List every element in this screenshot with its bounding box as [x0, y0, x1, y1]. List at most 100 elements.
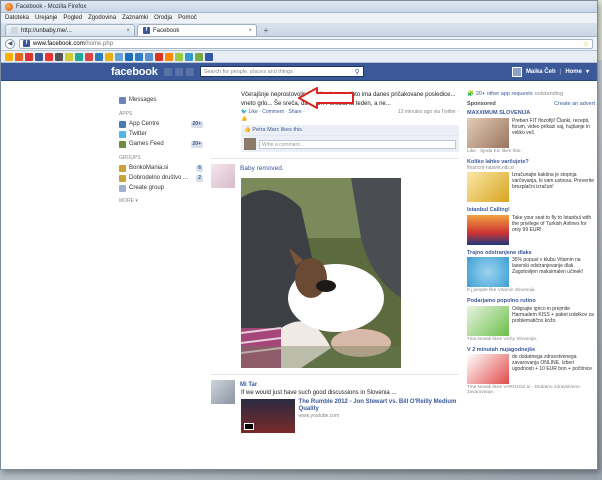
- likes-text[interactable]: Petra Marc likes this.: [252, 127, 303, 133]
- ad-item[interactable]: Trajno odstranjene dlake 35% popust v kl…: [467, 250, 595, 293]
- close-icon[interactable]: ×: [126, 28, 130, 34]
- rss-icon[interactable]: [5, 52, 13, 61]
- address-bar[interactable]: f www.facebook.com/home.php ☆: [19, 38, 593, 49]
- bookmark-icon[interactable]: [165, 52, 173, 61]
- menu-tools[interactable]: Orodja: [154, 15, 172, 21]
- bookmark-icon[interactable]: [175, 52, 183, 61]
- ad-item[interactable]: Podarjamo popolno rutino Odigrajte igric…: [467, 298, 595, 342]
- ad-item[interactable]: Istanbul Calling! Take your seat to fly …: [467, 207, 595, 245]
- bookmark-icon[interactable]: [105, 52, 113, 61]
- sidebar-item-messages[interactable]: Messages: [119, 95, 203, 105]
- ad-text: Izračunajte kakšna je stopnja varčevanja…: [512, 172, 594, 190]
- sponsored-label: Sponsored: [467, 101, 496, 107]
- tab-label: http://unbaby.me/...: [21, 27, 72, 34]
- facebook-icon[interactable]: [35, 52, 43, 61]
- link-preview[interactable]: The Rumble 2012 - Jon Stewart vs. Bill O…: [241, 399, 459, 433]
- ad-title[interactable]: MAXXIMUM SLOVENIJA: [467, 110, 595, 117]
- avatar[interactable]: [211, 380, 235, 404]
- ad-image[interactable]: [467, 354, 509, 384]
- search-input[interactable]: Search for people, places and things ⚲: [199, 66, 364, 77]
- ad-image[interactable]: [467, 117, 509, 148]
- app-requests-link[interactable]: 20+ other app requests: [476, 91, 533, 97]
- video-thumbnail[interactable]: [241, 399, 295, 433]
- tab-facebook[interactable]: f Facebook ×: [137, 24, 257, 36]
- story-title[interactable]: Baby removed.: [240, 165, 284, 172]
- ad-image[interactable]: [467, 257, 509, 287]
- bookmark-icon[interactable]: [155, 52, 163, 61]
- bookmark-icon[interactable]: [205, 52, 213, 61]
- menu-file[interactable]: Datoteka: [5, 15, 29, 21]
- home-link[interactable]: Home: [565, 69, 582, 75]
- user-name[interactable]: Maika Čeh: [526, 69, 556, 75]
- bookmark-icon[interactable]: [85, 52, 93, 61]
- tab-unbaby[interactable]: http://unbaby.me/... ×: [5, 24, 135, 36]
- ad-item[interactable]: MAXXIMUM SLOVENIJA Preberi FIT flozofiji…: [467, 110, 595, 154]
- bookmark-icon[interactable]: [55, 52, 63, 61]
- sidebar-item-label: Games Feed: [129, 141, 164, 147]
- avatar[interactable]: [511, 66, 522, 77]
- friend-requests-icon[interactable]: [163, 67, 172, 76]
- bookmark-icon[interactable]: [135, 52, 143, 61]
- sidebar-item-app-centre[interactable]: App Centre 20+: [119, 119, 203, 129]
- post-photo[interactable]: [241, 178, 401, 368]
- sidebar-item-twitter[interactable]: Twitter: [119, 129, 203, 139]
- ad-item[interactable]: V 2 minutah nujagodnejše do dodatnega zd…: [467, 347, 595, 395]
- app-request-icon: 🧩: [467, 91, 474, 97]
- menu-history[interactable]: Zgodovina: [88, 15, 116, 21]
- ad-image[interactable]: [467, 305, 509, 336]
- dog-photo-image: [241, 178, 401, 368]
- bookmark-icon[interactable]: [195, 52, 203, 61]
- bookmark-icon[interactable]: [185, 52, 193, 61]
- link-title[interactable]: The Rumble 2012 - Jon Stewart vs. Bill O…: [299, 399, 459, 413]
- sidebar-item-dobrodelno[interactable]: Dobrodelno društvo ... 2: [119, 173, 203, 183]
- bookmark-icon[interactable]: [65, 52, 73, 61]
- tab-label: Facebook: [153, 27, 180, 34]
- right-sidebar: 🧩 20+ other app requests outstanding Spo…: [467, 91, 595, 400]
- ad-text: 35% popust v klubu Vitamin na laserski o…: [512, 257, 584, 275]
- sidebar-item-games-feed[interactable]: Games Feed 20+: [119, 139, 203, 149]
- sidebar-item-create-group[interactable]: Create group: [119, 183, 203, 193]
- menu-edit[interactable]: Urejanje: [35, 15, 57, 21]
- ad-title[interactable]: Trajno odstranjene dlake: [467, 250, 595, 257]
- ad-title[interactable]: Istanbul Calling!: [467, 207, 595, 214]
- twitter-icon[interactable]: [115, 52, 123, 61]
- create-ad-link[interactable]: Create an advert: [554, 101, 595, 107]
- facebook-logo[interactable]: facebook: [111, 66, 158, 78]
- app-requests[interactable]: 🧩 20+ other app requests outstanding: [467, 91, 595, 97]
- search-icon[interactable]: ⚲: [355, 68, 360, 76]
- notifications-icon[interactable]: [185, 67, 194, 76]
- back-button[interactable]: ◀: [5, 38, 15, 49]
- menu-view[interactable]: Pogled: [63, 15, 82, 21]
- close-icon[interactable]: ×: [248, 28, 252, 34]
- post-action-links[interactable]: Like · Comment · Share ·: [249, 109, 305, 115]
- avatar[interactable]: [211, 164, 235, 188]
- create-group-icon: [119, 184, 126, 192]
- tab-bar: http://unbaby.me/... × f Facebook × +: [1, 23, 597, 37]
- messages-icon[interactable]: [174, 67, 183, 76]
- bookmark-icon[interactable]: [95, 52, 103, 61]
- menu-help[interactable]: Pomoč: [178, 15, 197, 21]
- more-link[interactable]: MORE ▾: [119, 198, 203, 204]
- bookmark-icon[interactable]: [145, 52, 153, 61]
- youtube-icon[interactable]: [25, 52, 33, 61]
- comment-input[interactable]: Write a comment...: [259, 139, 456, 149]
- bookmark-icon[interactable]: [75, 52, 83, 61]
- sidebar-item-bonkomania[interactable]: BonkoMania.si 6: [119, 163, 203, 173]
- bookmark-icon[interactable]: [15, 52, 23, 61]
- ad-image[interactable]: [467, 214, 509, 245]
- post-timestamp[interactable]: 13 minutes ago via Twitter ·: [398, 109, 459, 115]
- story-author[interactable]: Mi Tar: [240, 382, 257, 388]
- bookmark-icon[interactable]: [45, 52, 53, 61]
- linkedin-icon[interactable]: [125, 52, 133, 61]
- ad-item[interactable]: Koliko lahko varčujete? financni-nasvet.…: [467, 159, 595, 202]
- ad-image[interactable]: [467, 172, 509, 202]
- menu-bookmarks[interactable]: Zaznamki: [122, 15, 148, 21]
- chevron-down-icon[interactable]: ▾: [586, 68, 589, 75]
- like-count-row: 👍: [241, 116, 459, 122]
- ad-social: Tina Novak likes Vichy Slovenija.: [467, 336, 538, 342]
- bookmark-star-icon[interactable]: ☆: [583, 40, 589, 48]
- new-tab-button[interactable]: +: [259, 24, 273, 36]
- play-icon[interactable]: [244, 423, 254, 430]
- ad-title[interactable]: V 2 minutah nujagodnejše: [467, 347, 595, 354]
- ad-title[interactable]: Podarjamo popolno rutino: [467, 298, 595, 305]
